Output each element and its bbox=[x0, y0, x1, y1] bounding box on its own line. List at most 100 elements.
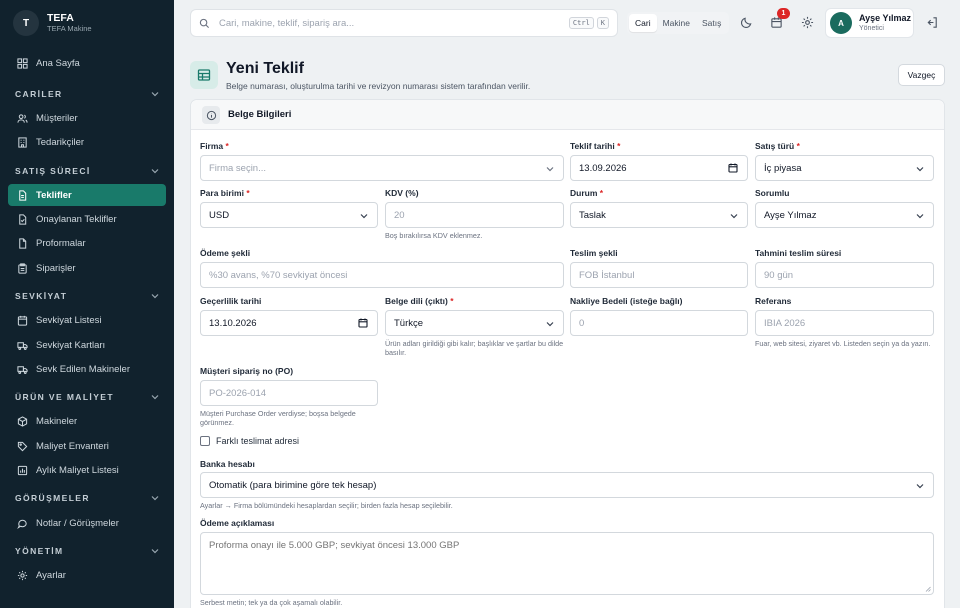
section-label: SEVKİYAT bbox=[15, 291, 68, 301]
scope-satis[interactable]: Satış bbox=[696, 14, 727, 32]
sidebar-item-label: Onaylanan Teklifler bbox=[36, 213, 117, 225]
chevron-down-icon bbox=[151, 549, 159, 554]
sorumlu-select[interactable]: Ayşe Yılmaz bbox=[755, 202, 934, 228]
chevron-down-icon bbox=[360, 214, 368, 219]
sidebar-item-label: Notlar / Görüşmeler bbox=[36, 517, 119, 529]
brand-subtitle: TEFA Makine bbox=[47, 24, 92, 33]
sidebar-item-proformalar[interactable]: Proformalar bbox=[8, 232, 166, 254]
banka-label: Banka hesabı bbox=[200, 459, 255, 469]
brand[interactable]: T TEFA TEFA Makine bbox=[0, 0, 174, 46]
sidebar-item-home[interactable]: Ana Sayfa bbox=[8, 52, 166, 74]
settings-button[interactable] bbox=[799, 14, 815, 30]
belge-dili-select[interactable]: Türkçe bbox=[385, 310, 564, 336]
satis-turu-value: İç piyasa bbox=[764, 162, 802, 174]
section-gorusmeler[interactable]: GÖRÜŞMELER bbox=[15, 493, 160, 503]
firma-select[interactable]: Firma seçin... bbox=[200, 155, 564, 181]
kdv-input[interactable] bbox=[394, 209, 555, 221]
grid-icon bbox=[16, 57, 28, 69]
firma-label: Firma * bbox=[200, 141, 229, 151]
sidebar-item-notlar[interactable]: Notlar / Görüşmeler bbox=[8, 512, 166, 534]
teslim-sekli-input[interactable] bbox=[579, 269, 739, 281]
chevron-down-icon bbox=[916, 484, 924, 489]
odeme-aciklamasi-field[interactable] bbox=[200, 532, 934, 595]
po-field[interactable] bbox=[200, 380, 378, 406]
resize-grip-icon[interactable] bbox=[925, 586, 931, 592]
sidebar-item-aylik-maliyet[interactable]: Aylık Maliyet Listesi bbox=[8, 459, 166, 481]
chevron-down-icon bbox=[151, 92, 159, 97]
sidebar-item-sevk-edilen[interactable]: Sevk Edilen Makineler bbox=[8, 358, 166, 380]
sidebar-item-sevkiyat-listesi[interactable]: Sevkiyat Listesi bbox=[8, 309, 166, 331]
search-input[interactable] bbox=[219, 17, 566, 29]
teslim-suresi-field[interactable] bbox=[755, 262, 934, 288]
teslim-sekli-field[interactable] bbox=[570, 262, 748, 288]
bar-chart-icon bbox=[16, 464, 28, 476]
sidebar-item-label: Sevk Edilen Makineler bbox=[36, 363, 130, 375]
checkbox-box[interactable] bbox=[200, 436, 210, 446]
section-sevkiyat[interactable]: SEVKİYAT bbox=[15, 291, 160, 301]
section-label: YÖNETİM bbox=[15, 546, 64, 556]
gecerlilik-value: 13.10.2026 bbox=[209, 317, 257, 329]
banka-select[interactable]: Otomatik (para birimine göre tek hesap) bbox=[200, 472, 934, 498]
odeme-sekli-field[interactable] bbox=[200, 262, 564, 288]
search-scope-segment: Cari Makine Satış bbox=[627, 12, 730, 34]
odeme-sekli-input[interactable] bbox=[209, 269, 555, 281]
chevron-down-icon bbox=[151, 496, 159, 501]
calendar-icon[interactable] bbox=[728, 163, 738, 173]
scope-makine[interactable]: Makine bbox=[657, 14, 696, 32]
durum-label: Durum * bbox=[570, 188, 604, 198]
theme-toggle-button[interactable] bbox=[738, 14, 754, 30]
nakliye-input[interactable] bbox=[579, 317, 739, 329]
sidebar-item-onaylanan[interactable]: Onaylanan Teklifler bbox=[8, 208, 166, 230]
durum-select[interactable]: Taslak bbox=[570, 202, 748, 228]
sidebar-item-maliyet-envanteri[interactable]: Maliyet Envanteri bbox=[8, 435, 166, 457]
section-yonetim[interactable]: YÖNETİM bbox=[15, 546, 160, 556]
sidebar-item-label: Proformalar bbox=[36, 237, 86, 249]
logout-button[interactable] bbox=[924, 14, 940, 30]
gear-icon bbox=[801, 16, 813, 28]
para-birimi-select[interactable]: USD bbox=[200, 202, 378, 228]
chevron-down-icon bbox=[151, 169, 159, 174]
sidebar-item-siparisler[interactable]: Siparişler bbox=[8, 257, 166, 279]
kdv-field[interactable] bbox=[385, 202, 564, 228]
satis-turu-select[interactable]: İç piyasa bbox=[755, 155, 934, 181]
cancel-button[interactable]: Vazgeç bbox=[898, 64, 945, 86]
nakliye-field[interactable] bbox=[570, 310, 748, 336]
sidebar-item-label: Ayarlar bbox=[36, 569, 66, 581]
referans-hint: Fuar, web sitesi, ziyaret vb. Listeden s… bbox=[755, 339, 931, 348]
farkli-teslimat-checkbox[interactable]: Farklı teslimat adresi bbox=[200, 436, 299, 446]
sidebar-item-tedarikciler[interactable]: Tedarikçiler bbox=[8, 131, 166, 153]
page-subtitle: Belge numarası, oluşturulma tarihi ve re… bbox=[226, 81, 531, 91]
sidebar-item-musteriler[interactable]: Müşteriler bbox=[8, 107, 166, 129]
chevron-down-icon bbox=[916, 214, 924, 219]
user-menu[interactable]: A Ayşe Yılmaz Yönetici bbox=[825, 8, 914, 38]
odeme-sekli-label: Ödeme şekli bbox=[200, 248, 251, 258]
gecerlilik-input[interactable]: 13.10.2026 bbox=[200, 310, 378, 336]
calendar-icon[interactable] bbox=[358, 318, 368, 328]
section-urun[interactable]: ÜRÜN VE MALİYET bbox=[15, 392, 160, 402]
satis-turu-label: Satış türü * bbox=[755, 141, 800, 151]
kdv-hint: Boş bırakılırsa KDV eklenmez. bbox=[385, 231, 483, 240]
sidebar-item-ayarlar[interactable]: Ayarlar bbox=[8, 564, 166, 586]
sidebar-item-makineler[interactable]: Makineler bbox=[8, 410, 166, 432]
sidebar-item-label: Aylık Maliyet Listesi bbox=[36, 464, 119, 476]
teslim-suresi-input[interactable] bbox=[764, 269, 925, 281]
section-satis[interactable]: SATIŞ SÜRECİ bbox=[15, 166, 160, 176]
avatar: A bbox=[830, 12, 852, 34]
banka-hint: Ayarlar → Firma bölümündeki hesaplardan … bbox=[200, 501, 453, 510]
po-input[interactable] bbox=[209, 387, 369, 399]
sidebar-item-sevkiyat-kartlari[interactable]: Sevkiyat Kartları bbox=[8, 334, 166, 356]
section-cariler[interactable]: CARİLER bbox=[15, 89, 160, 99]
teklif-tarihi-label: Teklif tarihi * bbox=[570, 141, 621, 151]
scope-cari[interactable]: Cari bbox=[629, 14, 657, 32]
referans-input[interactable] bbox=[764, 317, 925, 329]
teklif-tarihi-input[interactable]: 13.09.2026 bbox=[570, 155, 748, 181]
belge-dili-value: Türkçe bbox=[394, 317, 424, 329]
global-search[interactable]: Ctrl K bbox=[190, 9, 618, 37]
sidebar-item-teklifler[interactable]: Teklifler bbox=[8, 184, 166, 206]
card-header: Belge Bilgileri bbox=[191, 100, 944, 130]
odeme-aciklamasi-textarea[interactable] bbox=[209, 540, 925, 587]
referans-field[interactable] bbox=[755, 310, 934, 336]
section-label: SATIŞ SÜRECİ bbox=[15, 166, 91, 176]
page-icon bbox=[190, 61, 218, 89]
sidebar-item-label: Ana Sayfa bbox=[36, 57, 80, 69]
